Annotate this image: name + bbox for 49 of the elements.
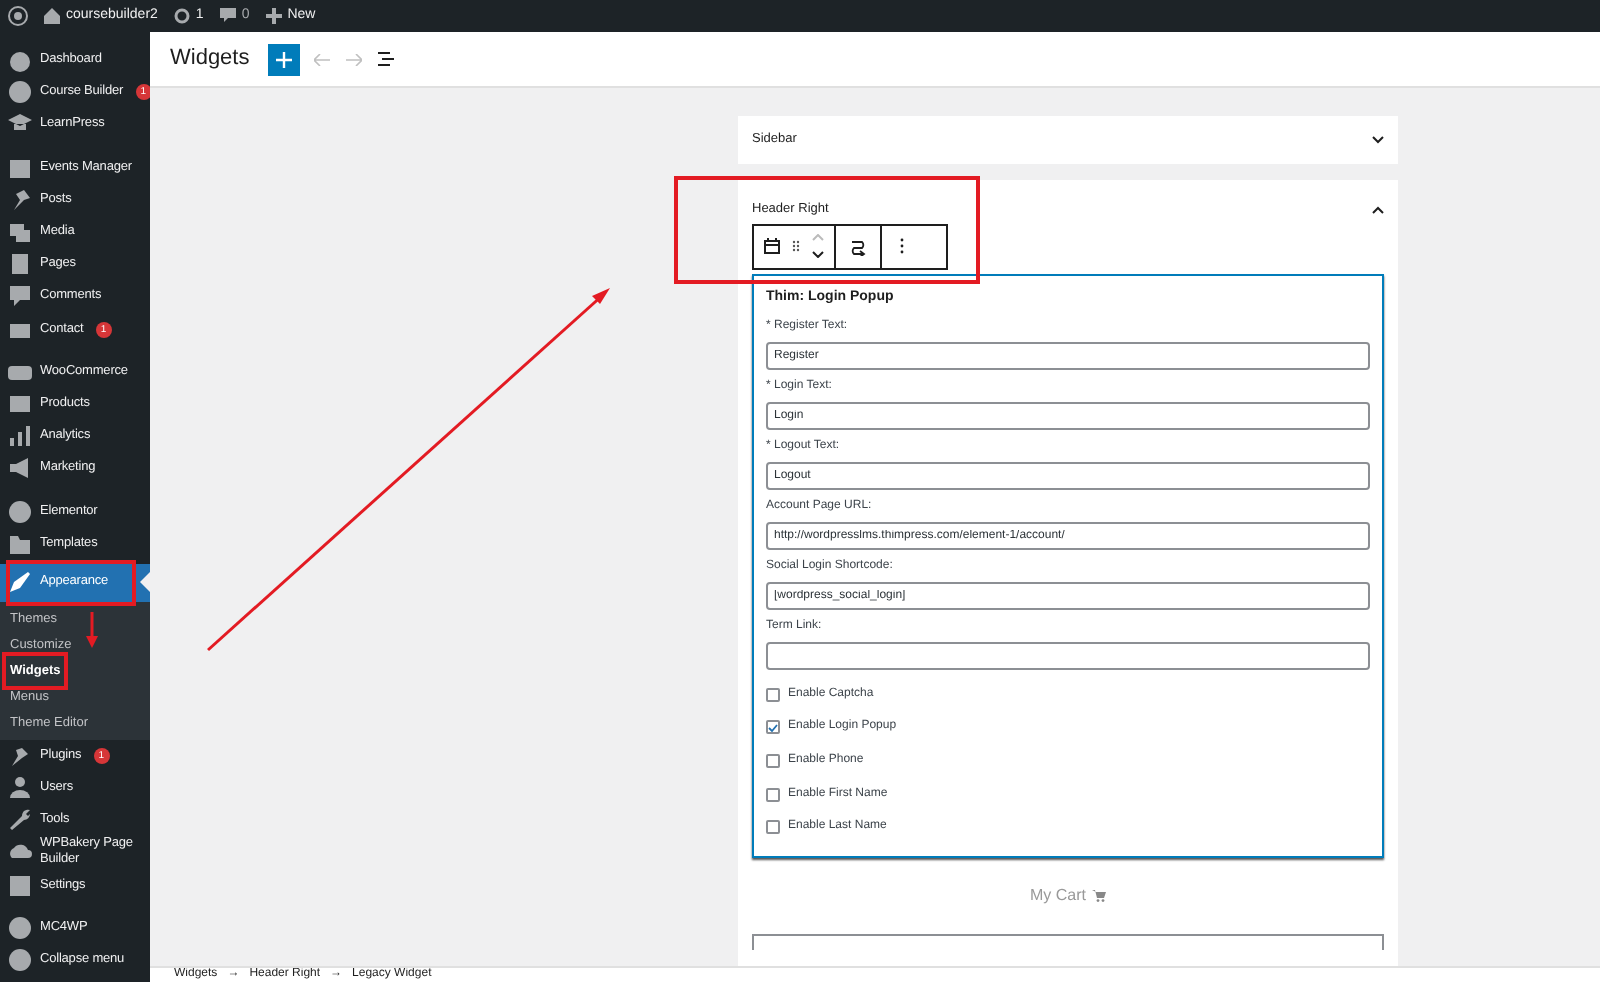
cart-label: My Cart [1030,884,1086,908]
page-icon [8,252,32,277]
pointer-icon [140,571,150,592]
cart-icon [1092,890,1106,902]
list-view-button[interactable] [375,52,396,66]
brush-icon [8,570,32,595]
folder-icon [8,531,32,556]
expand-toggle-button[interactable] [1372,135,1384,144]
page-title: Widgets [170,44,250,75]
plus-icon [265,8,282,24]
circle-icon [8,80,32,105]
annotation-arrow [86,612,98,648]
drag-dots-icon [792,240,800,253]
checkbox[interactable] [766,687,780,702]
checkbox[interactable] [766,754,780,769]
drag-handle[interactable] [792,240,800,253]
refresh-icon [173,8,190,24]
text-field[interactable] [766,642,1370,671]
up-down-chevrons-icon [812,234,824,259]
add-block-button[interactable] [267,43,300,75]
pushpin-icon [8,187,32,212]
box-icon [8,391,32,416]
expand-toggle-button[interactable] [1372,205,1384,214]
transform-icon [850,237,866,256]
chevron-up-icon [1372,205,1384,214]
home-icon [44,8,60,24]
list-icon [377,52,394,66]
speech-bubble-icon [8,284,32,309]
checkbox[interactable] [766,787,780,802]
checkmark-icon [768,723,778,732]
bar-chart-icon [8,424,32,449]
undo-icon [313,53,330,65]
wordpress-logo-icon [8,6,28,26]
move-button[interactable] [812,234,824,259]
chevron-down-icon [1372,135,1384,144]
checkbox[interactable] [766,720,780,735]
annotation-box [2,652,68,690]
redo-icon [345,53,362,65]
annotation-box [6,560,136,606]
circle-icon [8,948,32,973]
plus-icon [275,51,292,67]
wrench-icon [8,808,32,833]
checkbox[interactable] [766,820,780,835]
megaphone-icon [8,456,32,481]
circle-icon [8,915,32,940]
circle-icon [8,499,32,524]
person-icon [8,776,32,801]
media-icon [8,220,32,245]
speech-bubble-icon [219,8,236,24]
